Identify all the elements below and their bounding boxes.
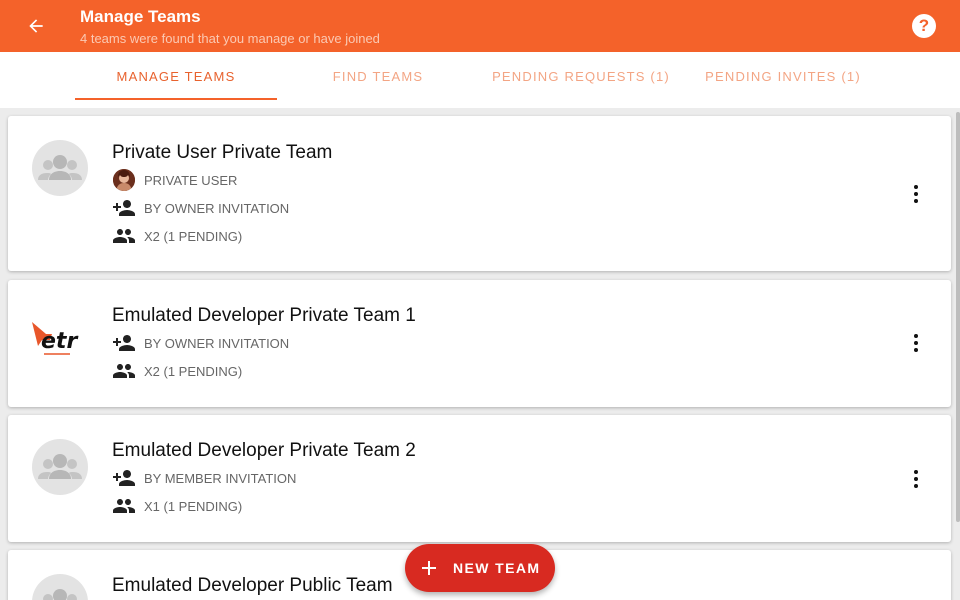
people-icon bbox=[113, 229, 135, 243]
team-logo: etr bbox=[30, 316, 90, 372]
join-type-label: BY MEMBER INVITATION bbox=[144, 470, 297, 486]
new-team-label: NEW TEAM bbox=[453, 560, 541, 576]
people-icon bbox=[113, 499, 135, 513]
team-members: X1 (1 PENDING) bbox=[112, 494, 242, 518]
members-label: X1 (1 PENDING) bbox=[144, 498, 243, 514]
more-options-button[interactable] bbox=[901, 328, 931, 358]
team-members: X2 (1 PENDING) bbox=[112, 359, 242, 383]
scrollbar[interactable] bbox=[956, 112, 960, 522]
team-avatar bbox=[32, 140, 88, 196]
team-name: Private User Private Team bbox=[112, 142, 333, 163]
more-vert-icon bbox=[914, 185, 918, 203]
team-card[interactable]: etr Emulated Developer Private Team 1 BY… bbox=[8, 280, 951, 407]
owner-name: PRIVATE USER bbox=[144, 172, 238, 188]
person-add-icon bbox=[113, 470, 135, 486]
more-vert-icon bbox=[914, 470, 918, 488]
team-owner: PRIVATE USER bbox=[112, 168, 237, 192]
tab-pending-invites[interactable]: PENDING INVITES (1) bbox=[682, 52, 884, 100]
back-button[interactable] bbox=[22, 13, 50, 39]
more-options-button[interactable] bbox=[901, 464, 931, 494]
user-avatar bbox=[113, 169, 135, 191]
group-placeholder-icon bbox=[38, 454, 82, 479]
team-avatar bbox=[32, 439, 88, 495]
page-subtitle: 4 teams were found that you manage or ha… bbox=[80, 31, 380, 46]
help-icon: ? bbox=[918, 16, 930, 35]
new-team-button[interactable]: NEW TEAM bbox=[405, 544, 555, 592]
team-name: Emulated Developer Private Team 2 bbox=[112, 440, 416, 461]
group-placeholder-icon bbox=[43, 589, 77, 600]
team-members: X2 (1 PENDING) bbox=[112, 224, 242, 248]
members-label: X2 (1 PENDING) bbox=[144, 228, 243, 244]
help-button[interactable]: ? bbox=[912, 14, 936, 38]
person-add-icon bbox=[113, 335, 135, 351]
app-bar: Manage Teams 4 teams were found that you… bbox=[0, 0, 960, 52]
tab-bar: MANAGE TEAMS FIND TEAMS PENDING REQUESTS… bbox=[0, 52, 960, 108]
team-name: Emulated Developer Public Team bbox=[112, 575, 393, 596]
team-name: Emulated Developer Private Team 1 bbox=[112, 305, 416, 326]
tab-manage-teams[interactable]: MANAGE TEAMS bbox=[75, 52, 277, 100]
join-type-label: BY OWNER INVITATION bbox=[144, 200, 290, 216]
person-add-icon bbox=[113, 200, 135, 216]
team-join-type: BY OWNER INVITATION bbox=[112, 196, 289, 220]
tab-find-teams[interactable]: FIND TEAMS bbox=[277, 52, 479, 100]
arrow-back-icon bbox=[29, 19, 43, 33]
more-vert-icon bbox=[914, 334, 918, 352]
tab-pending-requests[interactable]: PENDING REQUESTS (1) bbox=[480, 52, 682, 100]
plus-icon bbox=[419, 558, 439, 578]
team-join-type: BY OWNER INVITATION bbox=[112, 331, 289, 355]
page-title: Manage Teams bbox=[80, 7, 201, 26]
svg-text:etr: etr bbox=[41, 329, 78, 354]
team-avatar bbox=[32, 574, 88, 600]
team-join-type: BY MEMBER INVITATION bbox=[112, 466, 296, 490]
team-card[interactable]: Emulated Developer Private Team 2 BY MEM… bbox=[8, 415, 951, 542]
more-options-button[interactable] bbox=[901, 179, 931, 209]
team-card[interactable]: Private User Private Team PRIVATE USER B… bbox=[8, 116, 951, 271]
active-tab-indicator bbox=[75, 98, 277, 100]
group-placeholder-icon bbox=[38, 155, 82, 180]
people-icon bbox=[113, 364, 135, 378]
members-label: X2 (1 PENDING) bbox=[144, 363, 243, 379]
join-type-label: BY OWNER INVITATION bbox=[144, 335, 290, 351]
